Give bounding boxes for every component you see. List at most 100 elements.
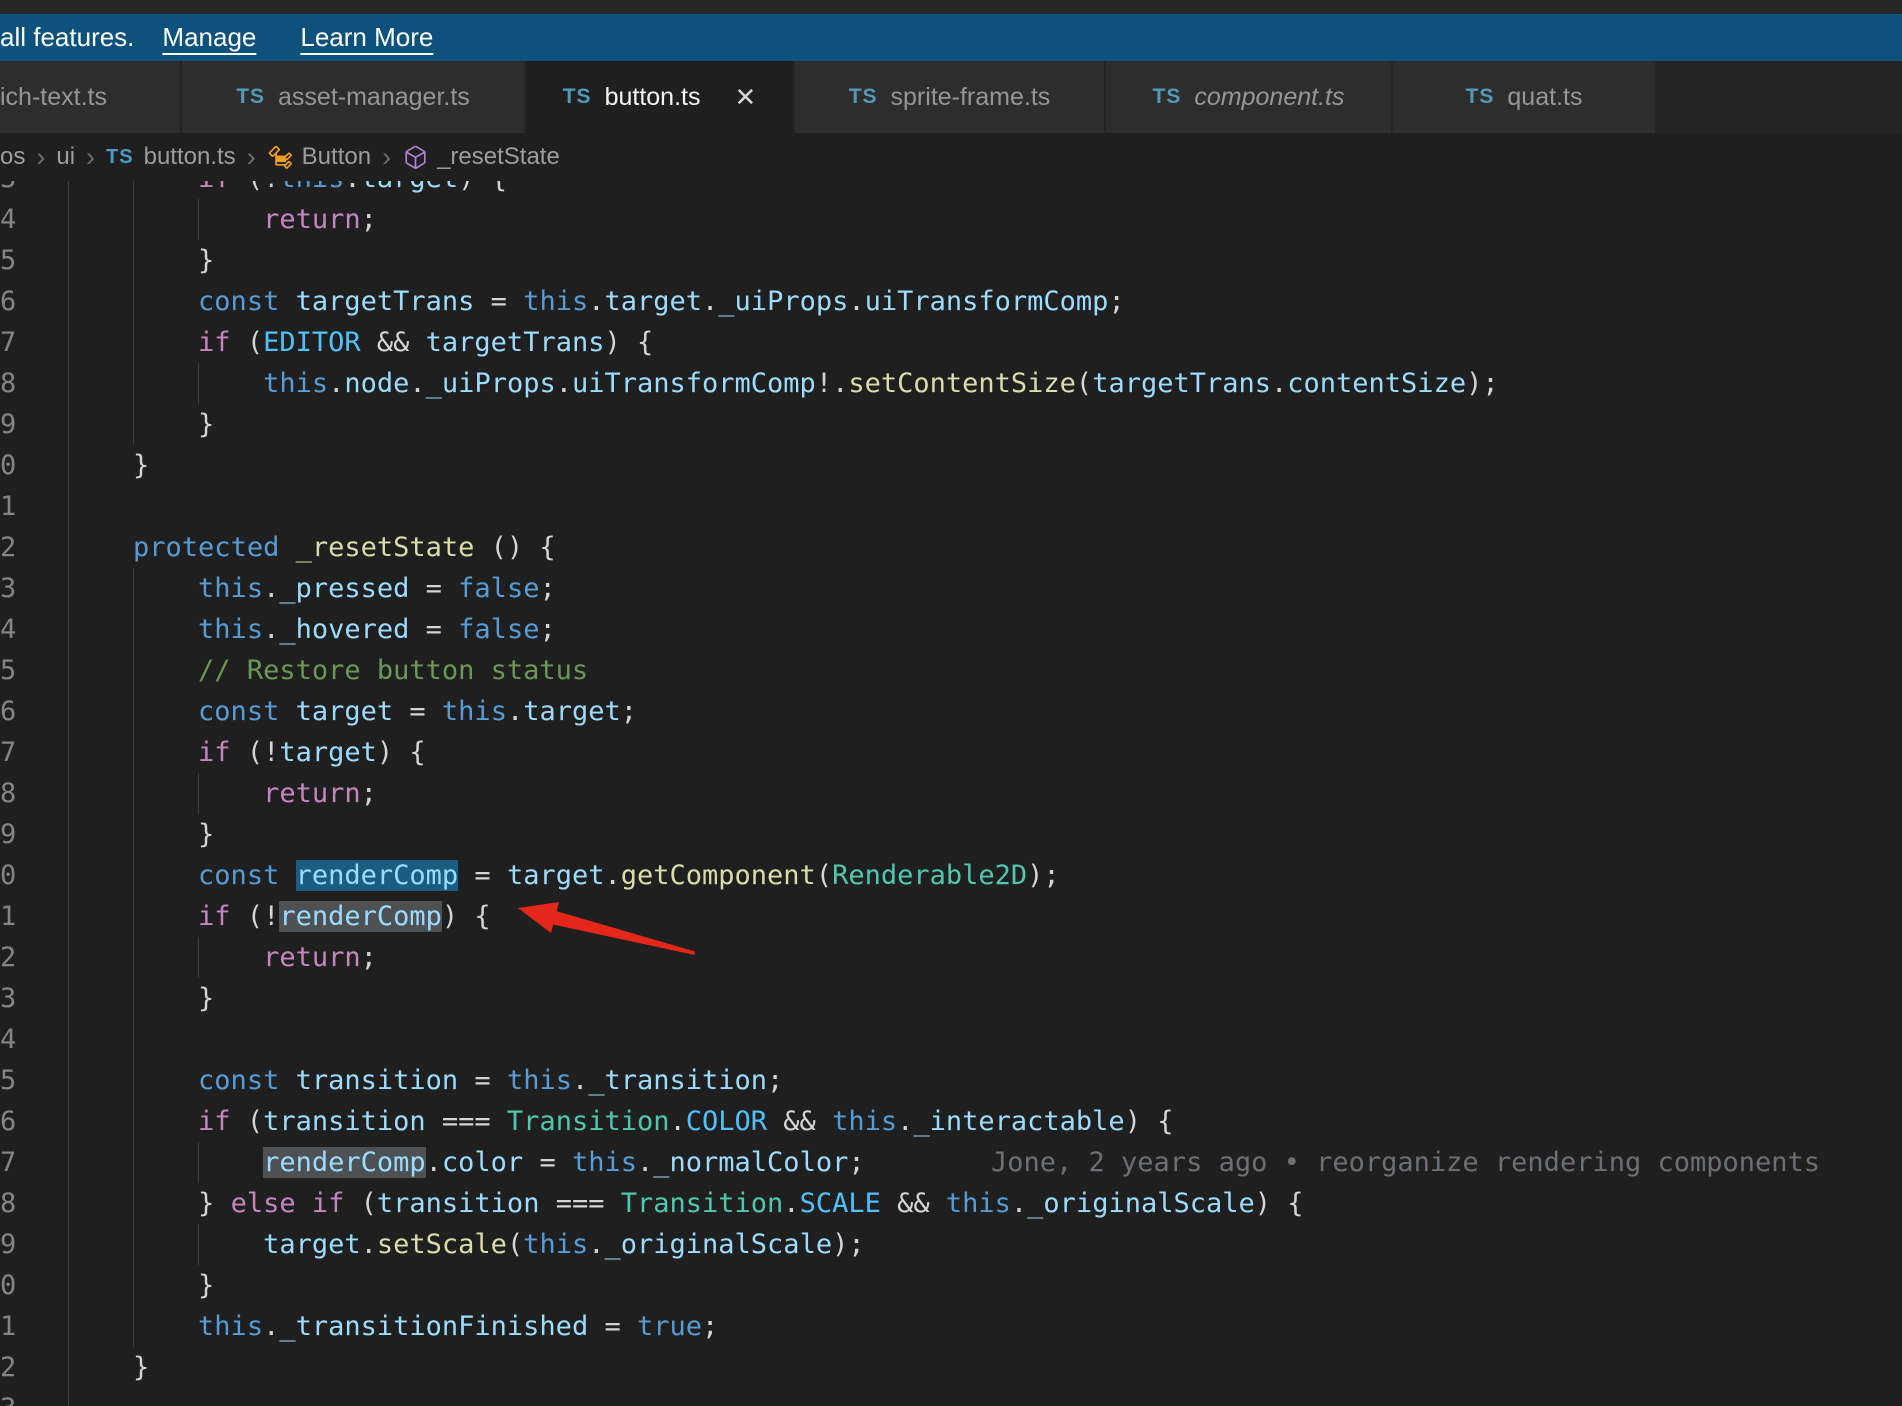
tab-label: button.ts — [604, 82, 701, 111]
code-line[interactable]: 4 this._hovered = false; — [0, 609, 1902, 650]
code-token: . — [506, 696, 524, 727]
code-token: . — [1010, 1188, 1028, 1219]
code-line[interactable]: 4 — [0, 1019, 1902, 1060]
code-token: && — [360, 327, 426, 358]
code-text: if (!renderComp) { — [68, 896, 491, 937]
code-token: _uiProps — [425, 368, 556, 399]
code-line[interactable]: 0 } — [0, 1265, 1902, 1306]
code-editor[interactable]: 3 if (!this.target) {4 return;5 }6 const… — [0, 0, 1902, 1406]
tab-button-ts[interactable]: TS button.ts ✕ — [526, 61, 793, 133]
code-token: return — [263, 204, 361, 235]
code-line[interactable]: 8 return; — [0, 773, 1902, 814]
tab-ich-text-ts[interactable]: ich-text.ts — [0, 61, 180, 133]
code-line[interactable]: 3 this._pressed = false; — [0, 568, 1902, 609]
highlighted-word: renderComp — [263, 1147, 426, 1178]
code-token: ) { — [441, 901, 491, 932]
code-token: . — [360, 1229, 377, 1260]
code-line[interactable]: 6 if (transition === Transition.COLOR &&… — [0, 1101, 1902, 1142]
code-line[interactable]: 0 const renderComp = target.getComponent… — [0, 855, 1902, 896]
code-line[interactable]: 1 this._transitionFinished = true; — [0, 1306, 1902, 1347]
code-token: . — [263, 1311, 280, 1342]
code-text: return; — [68, 773, 377, 814]
code-token: Transition — [620, 1188, 784, 1219]
code-token: this — [571, 1147, 637, 1178]
code-token: this — [263, 368, 329, 399]
code-text: } — [68, 814, 214, 855]
code-line[interactable]: 6 const targetTrans = this.target._uiPro… — [0, 281, 1902, 322]
code-token: ) { — [604, 327, 654, 358]
code-token: if — [311, 1188, 345, 1219]
code-line[interactable]: 7 renderComp.color = this._normalColor; J… — [0, 1142, 1902, 1183]
indent-guide — [68, 1388, 69, 1406]
code-token: (! — [230, 737, 280, 768]
code-token: . — [702, 286, 719, 317]
code-line[interactable]: 1 if (!renderComp) { — [0, 896, 1902, 937]
code-token: return — [263, 942, 361, 973]
chevron-right-icon: › — [36, 141, 46, 172]
code-line[interactable]: 8 this.node._uiProps.uiTransformComp!.se… — [0, 363, 1902, 404]
code-line[interactable]: 2 return; — [0, 937, 1902, 978]
code-token: = — [409, 614, 459, 645]
highlighted-word: renderComp — [295, 860, 459, 891]
code-token: this — [506, 1065, 572, 1096]
code-token: (! — [230, 901, 280, 932]
tab-sprite-frame-ts[interactable]: TS sprite-frame.ts — [795, 61, 1104, 133]
breadcrumb-item-Button[interactable]: Button — [267, 143, 371, 171]
code-line[interactable]: 9 } — [0, 404, 1902, 445]
code-text: this._pressed = false; — [68, 568, 556, 609]
learn-more-link[interactable]: Learn More — [300, 22, 433, 53]
breadcrumb-item-ui[interactable]: ui — [56, 143, 75, 171]
line-number: 3 — [0, 573, 17, 604]
code-text: const transition = this._transition; — [68, 1060, 783, 1101]
code-token: ( — [344, 1188, 377, 1219]
tab-component-ts[interactable]: TS component.ts — [1106, 61, 1391, 133]
code-token: && — [880, 1188, 946, 1219]
typescript-file-icon: TS — [236, 85, 266, 108]
code-line[interactable]: 7 if (!target) { — [0, 732, 1902, 773]
code-token: ; — [767, 1065, 784, 1096]
code-line[interactable]: 1 — [0, 486, 1902, 527]
code-line[interactable]: 7 if (EDITOR && targetTrans) { — [0, 322, 1902, 363]
tab-quat-ts[interactable]: TS quat.ts — [1393, 61, 1655, 133]
code-line[interactable]: 3 — [0, 1388, 1902, 1406]
code-token: ( — [230, 327, 264, 358]
code-line[interactable]: 4 return; — [0, 199, 1902, 240]
code-line[interactable]: 2 protected _resetState () { — [0, 527, 1902, 568]
code-token: setScale — [376, 1229, 507, 1260]
code-line[interactable]: 2 } — [0, 1347, 1902, 1388]
tab-asset-manager-ts[interactable]: TS asset-manager.ts — [182, 61, 524, 133]
line-number: 9 — [0, 409, 17, 440]
code-token: _normalColor — [653, 1147, 849, 1178]
close-icon[interactable]: ✕ — [734, 82, 756, 113]
code-line[interactable]: 9 } — [0, 814, 1902, 855]
typescript-file-icon: TS — [562, 85, 592, 108]
line-number: 5 — [0, 655, 17, 686]
code-token: const — [198, 696, 296, 727]
breadcrumb-item-os[interactable]: os — [0, 143, 25, 171]
code-token: ; — [360, 942, 377, 973]
code-line[interactable]: 5 } — [0, 240, 1902, 281]
code-line[interactable]: 6 const target = this.target; — [0, 691, 1902, 732]
code-token: ) { — [1124, 1106, 1174, 1137]
code-line[interactable]: 5 // Restore button status — [0, 650, 1902, 691]
code-line[interactable]: 8 } else if (transition === Transition.S… — [0, 1183, 1902, 1224]
manage-link[interactable]: Manage — [162, 22, 256, 53]
code-token: getComponent — [620, 860, 816, 891]
code-line[interactable]: 3 } — [0, 978, 1902, 1019]
code-token: . — [1271, 368, 1288, 399]
code-token: ; — [1108, 286, 1125, 317]
code-line[interactable]: 9 target.setScale(this._originalScale); — [0, 1224, 1902, 1265]
code-text: if (transition === Transition.COLOR && t… — [68, 1101, 1173, 1142]
line-number: 1 — [0, 1311, 17, 1342]
breadcrumb-item--resetState[interactable]: _resetState — [402, 143, 560, 171]
breadcrumb-item-button-ts[interactable]: TS button.ts — [106, 143, 236, 171]
code-token: this — [198, 1311, 264, 1342]
tab-bar: ich-text.ts TS asset-manager.ts TS button.ts… — [0, 61, 1902, 133]
code-line[interactable]: 0 } — [0, 445, 1902, 486]
typescript-file-icon: TS — [1465, 85, 1495, 108]
code-line[interactable]: 5 const transition = this._transition; — [0, 1060, 1902, 1101]
